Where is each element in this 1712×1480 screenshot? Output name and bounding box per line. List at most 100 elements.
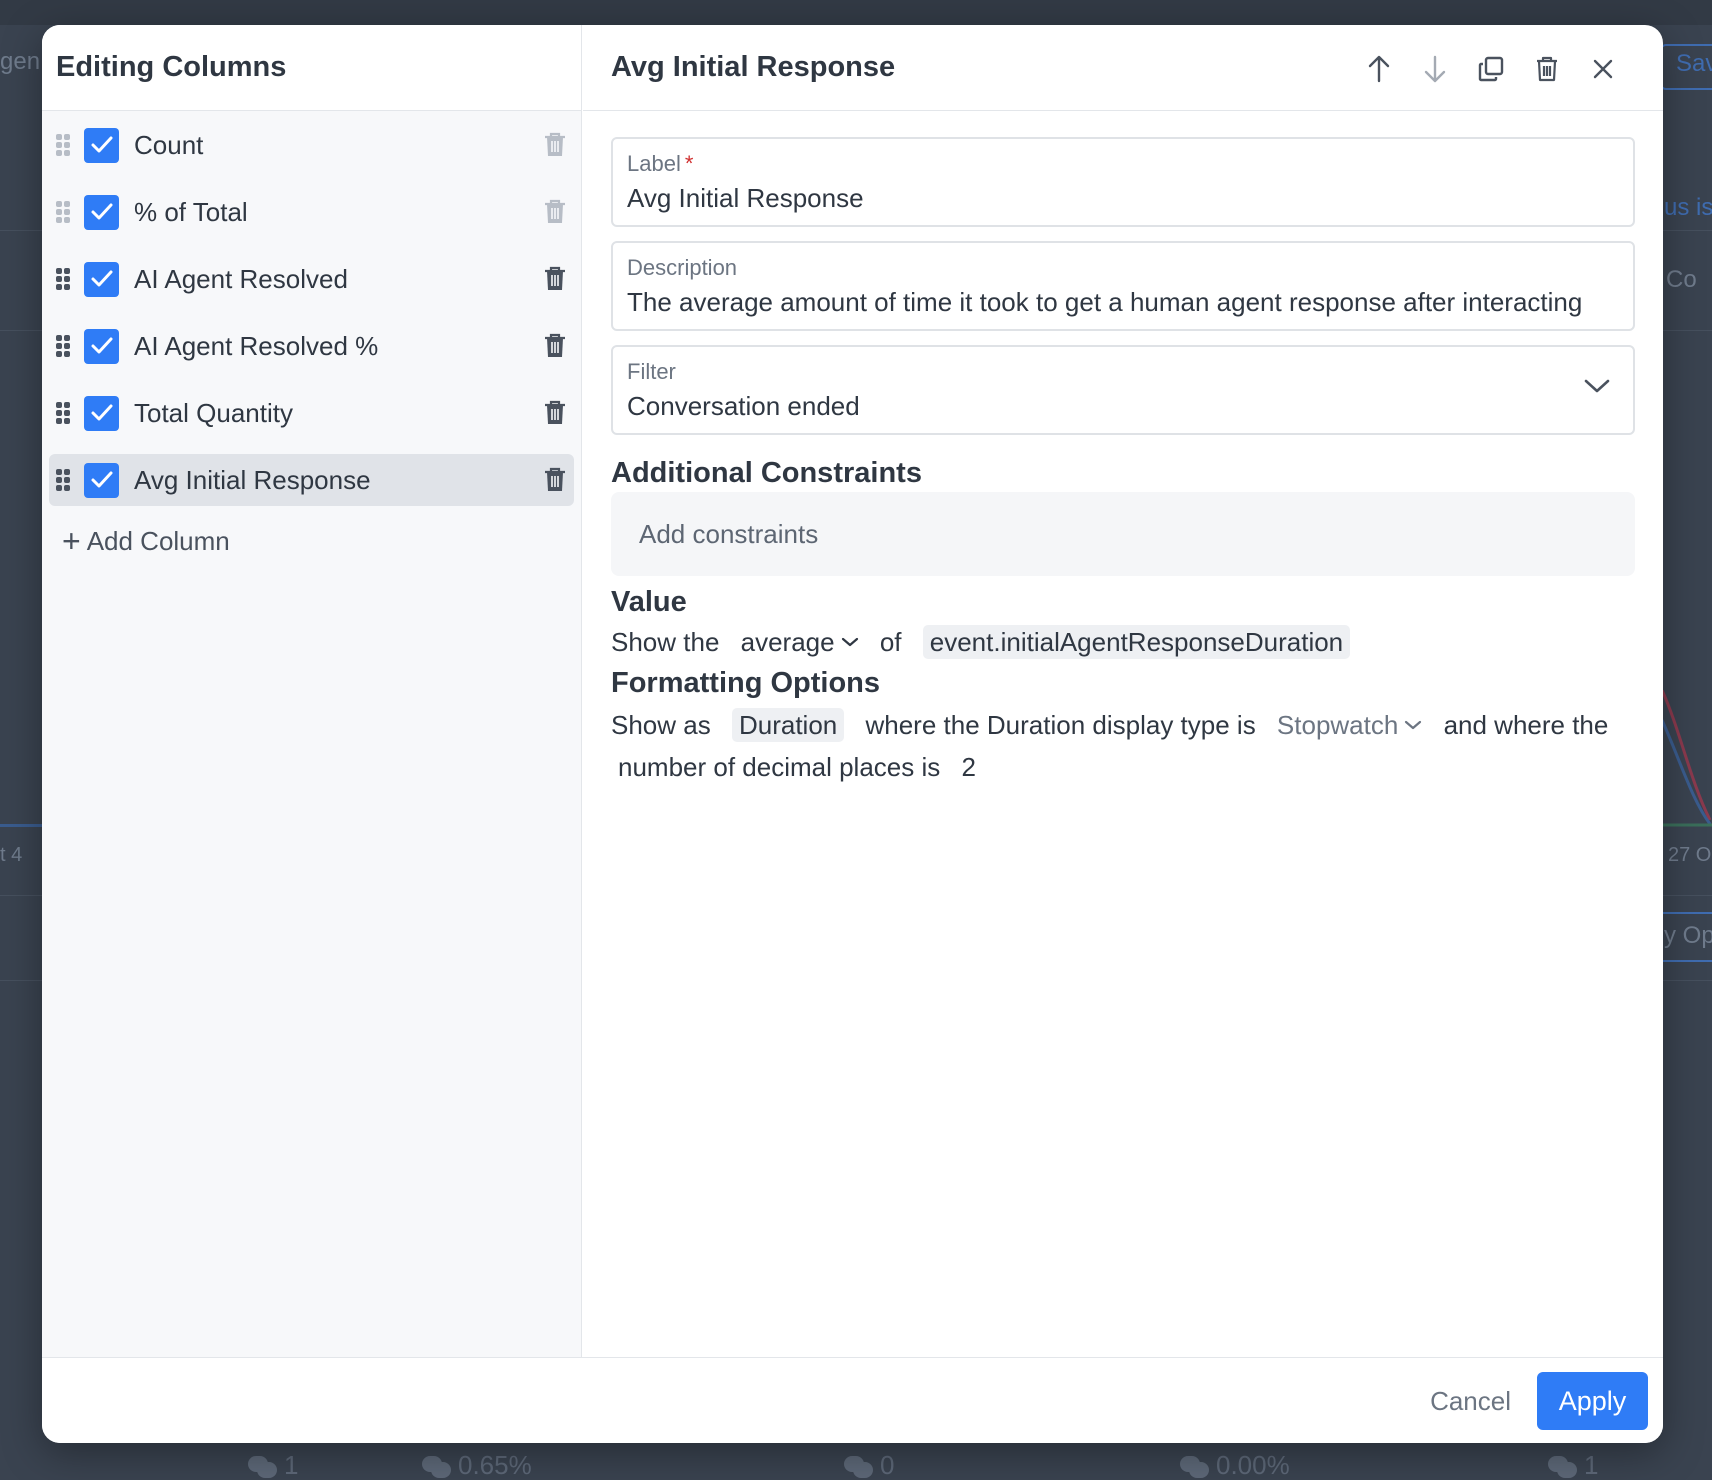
background-text: gen [0,48,41,75]
background-stat: 0 [844,1450,894,1480]
filter-select[interactable]: Filter Conversation ended [611,345,1635,435]
background-link: us is [1664,194,1712,221]
background-chart-lines [1660,690,1712,827]
label-field-value[interactable]: Avg Initial Response [627,183,1619,214]
trash-icon [545,400,565,424]
editor-toolbar [1351,49,1631,89]
background-stat: 1 [1548,1450,1598,1480]
formatting-title: Formatting Options [611,667,881,699]
column-checkbox[interactable] [84,462,119,498]
trash-icon [545,199,565,223]
column-list: Count % of Total AI Agent Resolved AI Agent… [42,111,581,506]
delete-column-item-button[interactable] [544,467,566,498]
chat-icon [1548,1454,1578,1478]
required-mark: * [684,151,694,176]
description-field-value[interactable]: The average amount of time it took to ge… [627,287,1619,318]
column-checkbox[interactable] [84,127,119,163]
delete-column-item-button[interactable] [544,400,566,431]
checkmark-icon [91,203,112,220]
editor-title: Avg Initial Response [611,51,896,83]
column-checkbox[interactable] [84,328,119,364]
chat-icon [422,1454,452,1478]
delete-column-item-button[interactable] [544,199,566,230]
drag-handle-icon[interactable] [56,402,70,424]
column-item[interactable]: % of Total [49,186,574,238]
formatting-prefix: Show as [611,710,711,740]
drag-handle-icon[interactable] [56,201,70,223]
delete-column-item-button[interactable] [544,132,566,163]
drag-handle-icon[interactable] [56,268,70,290]
background-stat-value: 0.65% [458,1450,532,1480]
formatting-suffix: and where the [1443,710,1609,740]
column-form: Label * Avg Initial Response Description … [583,111,1663,788]
decimal-places-text: number of decimal places is [618,752,941,782]
column-label: Total Quantity [134,397,293,428]
column-label: Avg Initial Response [134,464,371,495]
trash-icon [545,333,565,357]
filter-field-value: Conversation ended [627,391,860,421]
background-topbar [0,0,1712,25]
delete-column-button[interactable] [1519,49,1575,89]
move-down-button[interactable] [1407,49,1463,89]
decimal-places-input[interactable]: 2 [962,752,976,782]
column-label: AI Agent Resolved % [134,330,379,361]
trash-icon [1537,56,1557,82]
background-save-label: Sav [1676,50,1712,77]
background-checkbox-label: Co [1666,266,1697,293]
format-type-pill[interactable]: Duration [731,708,845,742]
column-item[interactable]: AI Agent Resolved [49,253,574,305]
duplicate-button[interactable] [1463,49,1519,89]
plus-icon: + [62,522,81,559]
description-field-label: Description [627,255,738,280]
column-checkbox[interactable] [84,395,119,431]
column-item[interactable]: Total Quantity [49,387,574,439]
move-up-button[interactable] [1351,49,1407,89]
apply-button[interactable]: Apply [1537,1372,1648,1430]
aggregation-value: average [740,627,835,657]
trash-icon [545,467,565,491]
constraints-title: Additional Constraints [611,457,922,489]
filter-field-label: Filter [627,359,676,384]
column-editor: Avg Initial Response Label * Avg Initial… [583,25,1663,1357]
cancel-button[interactable]: Cancel [1412,1372,1529,1430]
value-connector: of [879,627,902,657]
background-stat: 0.65% [422,1450,532,1480]
arrow-down-icon [1424,55,1446,83]
add-column-label: Add Column [86,525,230,556]
column-checkbox[interactable] [84,261,119,297]
label-field-label: Label * [627,151,694,176]
description-field[interactable]: Description The average amount of time i… [611,241,1635,331]
add-column-button[interactable]: + Add Column [62,521,581,561]
add-constraints-button[interactable]: Add constraints [611,492,1635,576]
column-label: Count [134,129,204,160]
display-type-dropdown[interactable]: Stopwatch [1277,704,1422,746]
label-field[interactable]: Label * Avg Initial Response [611,137,1635,227]
checkmark-icon [91,404,112,421]
background-stat-value: 0 [880,1450,895,1480]
delete-column-item-button[interactable] [544,333,566,364]
sidebar-title: Editing Columns [56,51,287,83]
background-chart-baseline [0,824,42,827]
background-axis-label: 27 O [1668,844,1712,866]
formatting-sentence: Show as Duration where the Duration disp… [611,704,1635,788]
value-field-pill[interactable]: event.initialAgentResponseDuration [922,625,1351,659]
trash-icon [545,132,565,156]
drag-handle-icon[interactable] [56,335,70,357]
column-checkbox[interactable] [84,194,119,230]
background-stat-value: 1 [284,1450,299,1480]
aggregation-dropdown[interactable]: average [741,621,859,663]
duplicate-icon [1478,56,1504,82]
column-item[interactable]: AI Agent Resolved % [49,320,574,372]
delete-column-item-button[interactable] [544,266,566,297]
column-item[interactable]: Count [49,119,574,171]
background-axis-label: t 4 [0,844,23,866]
value-sentence: Show the average of event.initialAgentRe… [611,621,1635,663]
close-button[interactable] [1575,49,1631,89]
drag-handle-icon[interactable] [56,134,70,156]
drag-handle-icon[interactable] [56,469,70,491]
chevron-down-icon [841,637,858,647]
checkmark-icon [91,136,112,153]
column-item[interactable]: Avg Initial Response [49,454,574,506]
column-label: % of Total [134,196,248,227]
value-title: Value [611,586,687,618]
